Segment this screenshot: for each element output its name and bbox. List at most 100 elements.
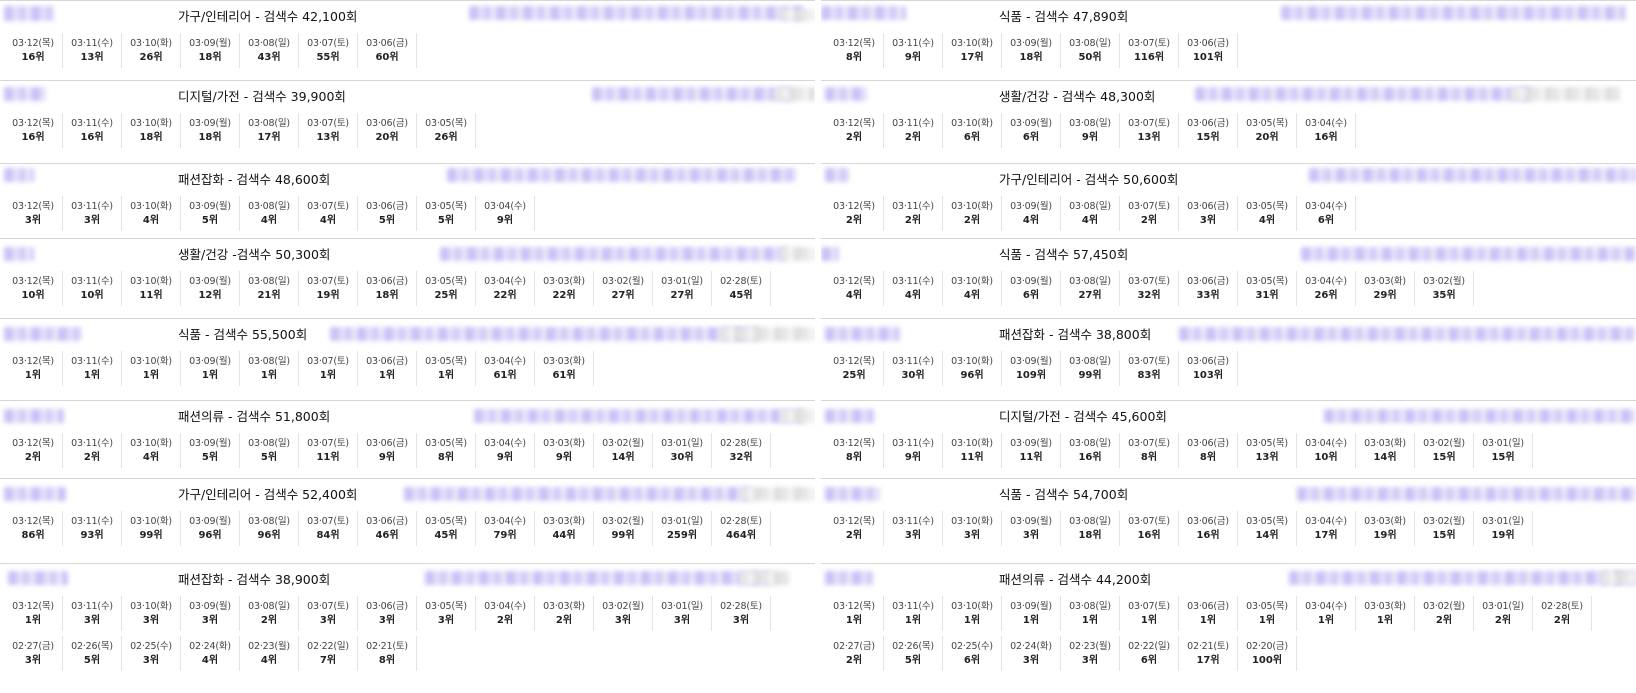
search-count: 50,600회 <box>1123 172 1179 187</box>
rank-date: 03·08(일) <box>248 118 290 129</box>
rank-date: 03·09(월) <box>189 38 231 49</box>
redacted-keyword <box>1297 487 1636 501</box>
rank-value: 10위 <box>1314 452 1338 463</box>
rank-cell: 03·01(일) 27위 <box>653 271 712 306</box>
rank-cell: 03·07(토) 11위 <box>299 433 358 468</box>
rank-value: 6위 <box>1140 655 1158 666</box>
search-count-label: 검색수 <box>1034 9 1073 24</box>
rank-value: 96위 <box>960 370 984 381</box>
rank-date: 02·22(일) <box>307 641 349 652</box>
rank-cell: 02·21(토) 8위 <box>358 636 417 671</box>
rank-date: 03·11(수) <box>71 601 113 612</box>
redacted-keyword <box>404 487 754 501</box>
rank-value: 9위 <box>378 452 396 463</box>
title-separator: - <box>224 409 237 424</box>
rank-cell: 03·11(수) 1위 <box>63 351 122 386</box>
rank-cell: 03·07(토) 1위 <box>1120 596 1179 631</box>
rank-cell: 03·06(금) 16위 <box>1179 511 1238 546</box>
rank-cell: 03·09(월) 4위 <box>1002 196 1061 231</box>
title-separator: - <box>224 172 237 187</box>
rank-cell: 03·07(토) 84위 <box>299 511 358 546</box>
search-count-label: 검색수 <box>1057 572 1096 587</box>
rank-cell: 03·02(월) 15위 <box>1415 433 1474 468</box>
rank-cell: 03·03(화) 61위 <box>535 351 594 386</box>
rank-cell: 03·09(월) 5위 <box>181 196 240 231</box>
rank-value: 3위 <box>24 215 42 226</box>
rank-value: 18위 <box>198 132 222 143</box>
rank-cell: 02·26(목) 5위 <box>884 636 943 671</box>
rank-cell: 03·09(월) 1위 <box>1002 596 1061 631</box>
rank-value: 21위 <box>257 290 281 301</box>
rank-date: 03·02(월) <box>602 276 644 287</box>
search-count: 48,600회 <box>274 172 331 187</box>
rank-cell: 03·11(수) 9위 <box>884 433 943 468</box>
rank-date: 03·10(화) <box>951 356 993 367</box>
rank-value: 26위 <box>434 132 458 143</box>
rank-value: 3위 <box>83 215 101 226</box>
rank-value: 6위 <box>1022 290 1040 301</box>
rank-value: 4위 <box>904 290 922 301</box>
rank-date: 03·01(일) <box>1482 516 1524 527</box>
rank-date: 03·12(목) <box>833 356 875 367</box>
rank-date: 03·10(화) <box>130 38 172 49</box>
rank-value: 2위 <box>496 615 514 626</box>
rank-date: 02·25(수) <box>951 641 993 652</box>
rank-value: 8위 <box>1199 452 1217 463</box>
rank-value: 1위 <box>319 370 337 381</box>
rank-value: 2위 <box>1435 615 1453 626</box>
rank-cell: 03·02(월) 3위 <box>594 596 653 631</box>
rank-value: 5위 <box>260 452 278 463</box>
rank-date: 03·08(일) <box>1069 38 1111 49</box>
keyword-card: 디지털/가전 - 검색수 45,600회 03·12(목) 8위 03·11(수) 9위… <box>821 400 1636 478</box>
rank-cell: 03·06(금) 1위 <box>1179 596 1238 631</box>
rank-cell: 03·06(금) 9위 <box>358 433 417 468</box>
rank-date: 02·28(토) <box>720 516 762 527</box>
rank-cell: 03·06(금) 15위 <box>1179 113 1238 148</box>
title-separator: - <box>1072 172 1085 187</box>
rank-value: 19위 <box>1491 530 1515 541</box>
rank-value: 6위 <box>963 132 981 143</box>
rank-cell: 03·09(월) 18위 <box>1002 33 1061 68</box>
category-name: 생활/건강 <box>178 247 229 262</box>
rank-cell: 03·10(화) 26위 <box>122 33 181 68</box>
search-count: 57,450회 <box>1072 247 1129 262</box>
rank-date: 03·03(화) <box>543 516 585 527</box>
daily-rank-list: 03·12(목) 2위 03·11(수) 2위 03·10(화) 6위 03·09(월) 6위… <box>825 113 1636 153</box>
rank-date: 03·02(월) <box>1423 276 1465 287</box>
category-name: 패션잡화 <box>178 172 225 187</box>
keyword-card: 패션잡화 - 검색수 48,600회 03·12(목) 3위 03·11(수) 3위 03… <box>0 163 815 238</box>
rank-cell: 03·03(화) 1위 <box>1356 596 1415 631</box>
rank-cell: 03·04(수) 6위 <box>1297 196 1356 231</box>
rank-cell: 03·08(일) 21위 <box>240 271 299 306</box>
rank-cell: 03·02(월) 99위 <box>594 511 653 546</box>
rank-value: 26위 <box>139 52 163 63</box>
rank-date: 03·01(일) <box>661 601 703 612</box>
rank-date: 03·07(토) <box>1128 201 1170 212</box>
rank-value: 16위 <box>21 52 45 63</box>
rank-date: 03·11(수) <box>71 201 113 212</box>
rank-cell: 03·10(화) 4위 <box>122 196 181 231</box>
category-name: 패션의류 <box>178 409 225 424</box>
rank-value: 6위 <box>963 655 981 666</box>
rank-cell: 03·06(금) 3위 <box>1179 196 1238 231</box>
rank-date: 03·08(일) <box>1069 356 1111 367</box>
rank-date: 03·07(토) <box>307 38 349 49</box>
rank-cell: 03·07(토) 16위 <box>1120 511 1179 546</box>
daily-rank-list: 03·12(목) 2위 03·11(수) 2위 03·10(화) 4위 03·09(월) 5위… <box>4 433 815 473</box>
rank-value: 27위 <box>1078 290 1102 301</box>
search-count: 38,800회 <box>1095 327 1152 342</box>
category-name: 패션잡화 <box>999 327 1046 342</box>
redacted-keyword <box>821 247 839 261</box>
rank-value: 11위 <box>960 452 984 463</box>
search-count-label: 검색수 <box>213 327 252 342</box>
rank-date: 03·11(수) <box>892 516 934 527</box>
rank-cell: 03·06(금) 33위 <box>1179 271 1238 306</box>
rank-cell: 02·24(화) 3위 <box>1002 636 1061 671</box>
rank-date: 03·08(일) <box>1069 201 1111 212</box>
search-count-label: 검색수 <box>1034 247 1073 262</box>
rank-date: 03·05(목) <box>1246 601 1288 612</box>
title-separator: - <box>251 487 264 502</box>
rank-cell: 03·06(금) 103위 <box>1179 351 1238 386</box>
rank-date: 03·10(화) <box>130 118 172 129</box>
rank-cell: 03·04(수) 1위 <box>1297 596 1356 631</box>
